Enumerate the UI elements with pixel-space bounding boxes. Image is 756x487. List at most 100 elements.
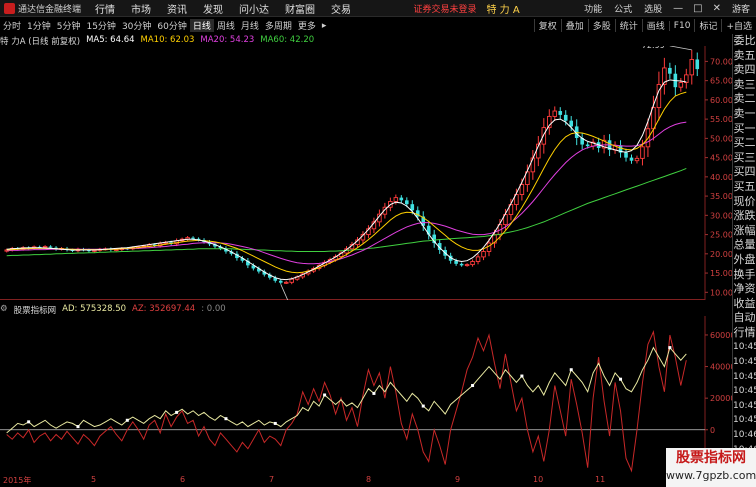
menu-market[interactable]: 市场 [123, 1, 159, 16]
candle-down [399, 197, 404, 201]
sidebar-item[interactable]: 10:45 [733, 384, 756, 399]
minimize-icon[interactable]: — [668, 3, 688, 14]
period-daily[interactable]: 日线 [189, 19, 214, 32]
candle-down [695, 59, 700, 70]
ad-marker [27, 420, 31, 424]
period-toolbar: 分时 1分钟 5分钟 15分钟 30分钟 60分钟 日线 周线 月线 多周期 更… [0, 18, 756, 33]
date-tick-label: 5 [91, 475, 97, 484]
user-guest[interactable]: 游客 [726, 2, 756, 15]
sidebar-item[interactable]: 卖一 [733, 107, 756, 122]
candle-down [410, 204, 415, 211]
period-monthly[interactable]: 月线 [238, 19, 262, 32]
candle-down [563, 114, 568, 121]
ad-marker [421, 404, 425, 408]
indicator-chart[interactable]: 6000040000200000-20000 [0, 316, 732, 474]
ad-marker [520, 374, 524, 378]
sidebar-item[interactable]: 买一 [733, 122, 756, 137]
sidebar-item[interactable]: 买二 [733, 136, 756, 151]
tool-overlay[interactable]: 叠加 [560, 19, 588, 32]
price-tick-label: 40.00 [710, 173, 732, 182]
maximize-icon[interactable]: □ [688, 3, 707, 14]
tool-stats[interactable]: 统计 [614, 19, 642, 32]
sidebar-item[interactable]: 10:45 [733, 340, 756, 355]
tool-draw[interactable]: 画线 [641, 19, 669, 32]
chevron-right-icon[interactable]: ▸ [319, 21, 330, 31]
login-warning[interactable]: 证券交易未登录 [407, 2, 482, 15]
quote-sidebar: 委比 卖五 卖四 卖三 卖二 卖一 买一 买二 买三 买四 买五 现价 涨跌 涨幅 总量 外盘 换手 净资 收益 自动… [732, 34, 756, 474]
menu-quotes[interactable]: 行情 [87, 1, 123, 16]
tool-add-favorite[interactable]: +自选 [721, 19, 756, 32]
ma60-line [6, 167, 687, 257]
menu-ask[interactable]: 问小达 [231, 1, 277, 16]
sidebar-item[interactable]: 行情 [733, 326, 756, 341]
date-tick-label: 8 [366, 475, 372, 484]
sidebar-item[interactable]: 委比 [733, 34, 756, 49]
tool-mark[interactable]: 标记 [694, 19, 721, 32]
period-60min[interactable]: 60分钟 [154, 19, 189, 32]
sidebar-item[interactable]: 买三 [733, 151, 756, 166]
indicator-name[interactable]: 股票指标网 [14, 304, 57, 316]
menu-formula[interactable]: 公式 [608, 2, 638, 15]
period-30min[interactable]: 30分钟 [119, 19, 154, 32]
sidebar-item[interactable]: 净资 [733, 282, 756, 297]
sidebar-item[interactable]: 买四 [733, 165, 756, 180]
period-multi[interactable]: 多周期 [262, 19, 295, 32]
ad-marker [125, 418, 129, 422]
sidebar-item[interactable]: 卖五 [733, 49, 756, 64]
sidebar-item[interactable]: 换手 [733, 268, 756, 283]
sidebar-item[interactable]: 10:45 [733, 355, 756, 370]
sidebar-item[interactable]: 总量 [733, 238, 756, 253]
price-tick-label: 60.00 [710, 96, 732, 105]
sidebar-item[interactable]: 卖三 [733, 78, 756, 93]
sidebar-item[interactable]: 卖二 [733, 92, 756, 107]
period-more[interactable]: 更多 [295, 19, 319, 32]
sidebar-item[interactable]: 涨幅 [733, 224, 756, 239]
price-tick-label: 35.00 [710, 192, 732, 201]
ma60-label: MA60: 42.20 [260, 35, 315, 45]
sidebar-item[interactable]: 卖四 [733, 63, 756, 78]
menu-trade[interactable]: 交易 [323, 1, 359, 16]
period-intraday[interactable]: 分时 [0, 19, 24, 32]
menu-bar: 通达信金融终端 行情 市场 资讯 发现 问小达 财富圈 交易 证券交易未登录 特… [0, 0, 756, 17]
menu-wealth[interactable]: 财富圈 [277, 1, 323, 16]
tool-multi-stock[interactable]: 多股 [587, 19, 615, 32]
sidebar-item[interactable]: 买五 [733, 180, 756, 195]
sidebar-item[interactable]: 10:45 [733, 399, 756, 414]
sidebar-item[interactable]: 自动 [733, 311, 756, 326]
sidebar-item[interactable]: 外盘 [733, 253, 756, 268]
candle-up [530, 157, 536, 173]
menu-select-stock[interactable]: 选股 [638, 2, 668, 15]
candle-down [569, 120, 574, 127]
menu-discover[interactable]: 发现 [195, 1, 231, 16]
gear-icon[interactable]: ⚙ [0, 304, 8, 315]
sidebar-item[interactable]: 现价 [733, 195, 756, 210]
price-tick-label: 15.00 [710, 269, 732, 278]
menu-function[interactable]: 功能 [578, 2, 608, 15]
price-chart[interactable]: 70.00 65.00 60.00 55.00 50.00 45.00 40.00 35.00… [0, 46, 732, 300]
sidebar-item[interactable]: 10:45 [733, 370, 756, 385]
candle-up [42, 246, 48, 248]
period-1min[interactable]: 1分钟 [24, 19, 54, 32]
period-weekly[interactable]: 周线 [214, 19, 238, 32]
ad-marker [76, 425, 80, 429]
tool-adjust[interactable]: 复权 [533, 19, 561, 32]
period-15min[interactable]: 15分钟 [83, 19, 118, 32]
candle-up [678, 82, 684, 88]
indicator-tick-label: 40000 [710, 363, 732, 372]
sidebar-item[interactable]: 涨跌 [733, 209, 756, 224]
app-logo: 通达信金融终端 [0, 2, 87, 15]
sidebar-item[interactable]: 收益 [733, 297, 756, 312]
sidebar-item[interactable]: 10:45 [733, 413, 756, 428]
tool-f10[interactable]: F10 [668, 20, 695, 31]
menu-news[interactable]: 资讯 [159, 1, 195, 16]
ad-marker [668, 346, 672, 350]
az-line [6, 330, 687, 473]
app-logo-icon [4, 2, 15, 14]
watermark-url: www.7gpzb.com [666, 469, 756, 482]
close-icon[interactable]: ✕ [708, 3, 726, 14]
extra-label: : 0.00 [201, 304, 226, 314]
ma-legend: 特 力A (日线 前复权) MA5: 64.64 MA10: 62.03 MA2… [0, 35, 315, 47]
ma10-line [6, 91, 687, 274]
sidebar-item[interactable]: 10:46 [733, 428, 756, 443]
period-5min[interactable]: 5分钟 [54, 19, 84, 32]
